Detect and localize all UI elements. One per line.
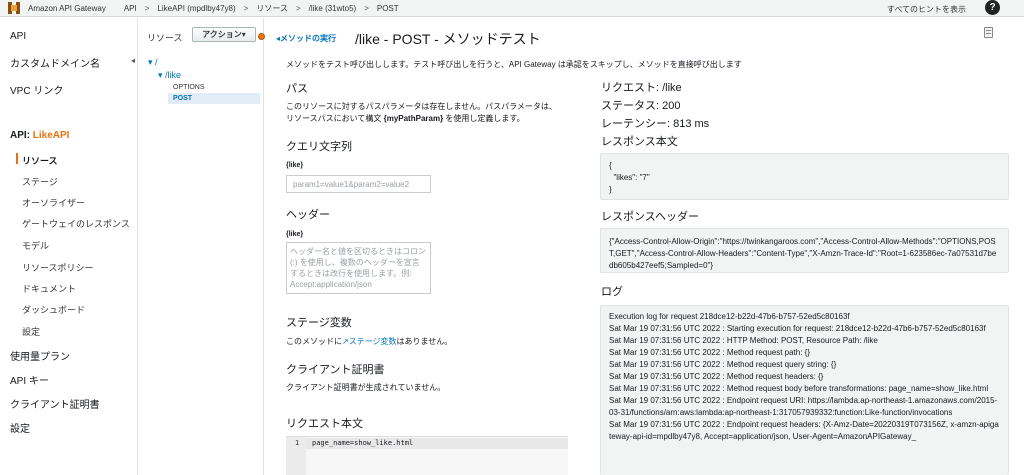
intro-text: メソッドをテスト呼び出しします。テスト呼び出しを行うと、API Gateway … — [286, 60, 742, 69]
nav-gateway-responses[interactable]: ゲートウェイのレスポンス — [22, 217, 130, 230]
tree-node-like[interactable]: ▾ /like — [158, 70, 181, 81]
log-line: Sat Mar 19 07:31:56 UTC 2022 : Method re… — [609, 360, 837, 369]
query-string-input[interactable] — [286, 175, 431, 193]
nav-resource-policy[interactable]: リソースポリシー — [22, 261, 94, 274]
breadcrumb-separator: > — [364, 3, 369, 13]
response-body-content: { "likes": "7" } — [609, 161, 650, 194]
log-line: Sat Mar 19 07:31:56 UTC 2022 : Method re… — [609, 372, 824, 381]
method-execution-back-link[interactable]: ◂メソッドの実行 — [276, 33, 336, 44]
external-link-icon[interactable]: ↗ — [342, 337, 349, 346]
left-nav: API カスタムドメイン名 VPC リンク API: LikeAPI リソース … — [0, 18, 138, 475]
tree-node-root-label: / — [155, 57, 158, 67]
tree-method-post[interactable]: POST — [168, 93, 260, 104]
expand-arrow-icon[interactable]: ▾ — [158, 70, 165, 80]
status-dot-icon — [258, 33, 265, 40]
collapse-sidebar-icon[interactable]: ◂ — [131, 56, 135, 65]
path-description: このリソースに対するパスパラメータは存在しません。パスパラメータは、 リソースパ… — [286, 101, 557, 125]
request-body-content[interactable]: page_name=show_like.html — [312, 439, 413, 447]
nav-dashboard[interactable]: ダッシュボード — [22, 303, 85, 316]
top-bar: Amazon API Gateway API > LikeAPI (mpdlby… — [0, 0, 1024, 17]
breadcrumb-likeapi[interactable]: LikeAPI (mpdlby47y8) — [157, 4, 235, 13]
response-headers-box: {"Access-Control-Allow-Origin":"https://… — [600, 228, 1009, 273]
nav-vpc-link[interactable]: VPC リンク — [10, 82, 63, 97]
client-cert-text: クライアント証明書が生成されていません。 — [286, 383, 446, 392]
nav-api-keys[interactable]: API キー — [10, 372, 49, 387]
resource-tree-title: リソース — [147, 33, 183, 43]
nav-api-name: LikeAPI — [32, 130, 70, 141]
nav-settings[interactable]: 設定 — [10, 420, 30, 435]
help-icon[interactable]: ? — [985, 0, 1000, 15]
tree-method-post-label: POST — [173, 95, 193, 102]
nav-resources[interactable]: リソース — [22, 154, 58, 167]
headers-textarea[interactable] — [286, 242, 431, 294]
nav-api[interactable]: API — [10, 31, 26, 42]
actions-dropdown-button[interactable]: アクション▾ — [192, 27, 256, 42]
log-line: Sat Mar 19 07:31:56 UTC 2022 : Method re… — [609, 348, 811, 357]
resource-tree-panel: リソース アクション▾ ▾ / ▾ /like OPTIONS POST — [138, 18, 265, 475]
log-line: Execution log for request 218dce12-b22d-… — [609, 312, 850, 321]
stage-variables-text: このメソッドに↗ステージ変数はありません。 — [286, 337, 453, 346]
breadcrumb-like[interactable]: /like (31wto5) — [309, 4, 357, 13]
log-line: Sat Mar 19 07:31:56 UTC 2022 : Method re… — [609, 384, 989, 393]
result-status: ステータス: 200 — [601, 100, 681, 112]
stage-variables-heading: ステージ変数 — [286, 317, 352, 329]
nav-documentation[interactable]: ドキュメント — [22, 282, 76, 295]
path-description-line2: リソースパスにおいて構文 {myPathParam} を使用し定義します。 — [286, 114, 525, 123]
log-line: Sat Mar 19 07:31:56 UTC 2022 : HTTP Meth… — [609, 336, 878, 345]
request-body-editor[interactable]: 1 page_name=show_like.html — [286, 436, 568, 475]
nav-custom-domain[interactable]: カスタムドメイン名 — [10, 55, 100, 70]
nav-usage-plans[interactable]: 使用量プラン — [10, 348, 70, 363]
query-string-label: {like} — [286, 162, 304, 169]
breadcrumb-separator: > — [295, 3, 301, 13]
result-latency: レーテンシー: 813 ms — [601, 118, 710, 130]
headers-heading: ヘッダー — [286, 209, 330, 221]
api-gateway-logo-icon[interactable] — [6, 1, 22, 15]
active-indicator — [16, 153, 18, 164]
log-box: Execution log for request 218dce12-b22d-… — [600, 305, 1009, 475]
editor-line-number: 1 — [295, 439, 300, 447]
response-headers-heading: レスポンスヘッダー — [601, 211, 700, 223]
request-body-heading: リクエスト本文 — [286, 418, 363, 430]
log-heading: ログ — [601, 286, 623, 298]
client-cert-heading: クライアント証明書 — [286, 364, 385, 376]
nav-api-settings[interactable]: 設定 — [22, 325, 40, 338]
path-heading: パス — [286, 83, 308, 95]
stage-variables-link[interactable]: ステージ変数 — [349, 337, 397, 346]
log-line: Sat Mar 19 07:31:56 UTC 2022 : Starting … — [609, 324, 986, 333]
breadcrumb-resources[interactable]: リソース — [256, 3, 288, 14]
tree-node-like-label: /like — [165, 70, 182, 80]
expand-arrow-icon[interactable]: ▾ — [148, 57, 155, 67]
nav-authorizers[interactable]: オーソライザー — [22, 196, 85, 209]
path-description-line1: このリソースに対するパスパラメータは存在しません。パスパラメータは、 — [286, 102, 557, 111]
log-line: Sat Mar 19 07:31:56 UTC 2022 : Endpoint … — [609, 420, 999, 441]
app-name[interactable]: Amazon API Gateway — [28, 4, 106, 13]
response-body-box: { "likes": "7" } — [600, 153, 1009, 200]
response-body-heading: レスポンス本文 — [601, 136, 678, 148]
nav-api-prefix: API: — [10, 130, 33, 141]
breadcrumb-api[interactable]: API — [124, 4, 137, 13]
headers-label: {like} — [286, 231, 304, 238]
nav-stages[interactable]: ステージ — [22, 175, 58, 188]
page-title: /like - POST - メソッドテスト — [355, 31, 541, 47]
show-all-hints-link[interactable]: すべてのヒントを表示 — [887, 4, 966, 15]
nav-client-certificates[interactable]: クライアント証明書 — [10, 396, 100, 411]
tree-method-options[interactable]: OPTIONS — [173, 84, 205, 91]
log-line: Sat Mar 19 07:31:56 UTC 2022 : Endpoint … — [609, 396, 998, 417]
nav-models[interactable]: モデル — [22, 239, 49, 252]
nav-current-api[interactable]: API: LikeAPI — [10, 130, 69, 141]
response-headers-content: {"Access-Control-Allow-Origin":"https://… — [609, 237, 997, 270]
breadcrumb-separator: > — [243, 3, 249, 13]
tree-node-root[interactable]: ▾ / — [148, 57, 158, 68]
breadcrumb-post: POST — [376, 3, 399, 13]
documentation-book-icon[interactable] — [984, 27, 993, 38]
breadcrumb-separator: > — [144, 3, 150, 13]
query-string-heading: クエリ文字列 — [286, 141, 352, 153]
result-request: リクエスト: /like — [601, 82, 682, 94]
